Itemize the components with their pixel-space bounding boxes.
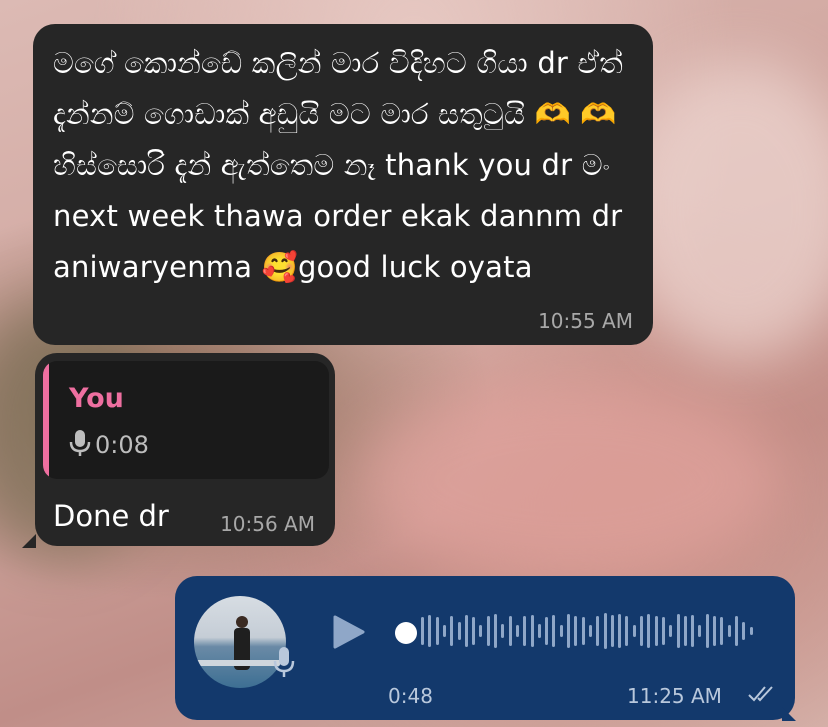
waveform-bar xyxy=(515,625,519,637)
voice-waveform[interactable] xyxy=(421,606,761,656)
reply-quote-sender: You xyxy=(69,383,124,414)
playback-scrubber[interactable] xyxy=(395,622,417,644)
waveform-bar xyxy=(647,614,651,648)
waveform-bar xyxy=(530,615,534,647)
message-timestamp: 10:55 AM xyxy=(538,309,633,333)
waveform-bar xyxy=(450,616,454,646)
waveform-bar xyxy=(713,616,716,646)
microphone-icon xyxy=(273,646,295,682)
waveform-bar xyxy=(661,617,665,645)
message-timestamp: 11:25 AM xyxy=(627,684,722,708)
wallpaper-shape xyxy=(360,380,780,580)
voice-duration: 0:48 xyxy=(388,684,433,708)
waveform-bar xyxy=(559,625,563,637)
play-icon[interactable] xyxy=(332,614,366,654)
reply-quote-duration: 0:08 xyxy=(95,431,149,459)
bubble-tail xyxy=(782,707,796,721)
waveform-bar xyxy=(567,614,570,648)
waveform-bar xyxy=(588,625,592,637)
reply-quote-voice: 0:08 xyxy=(69,429,149,461)
reply-quote[interactable]: You 0:08 xyxy=(43,361,329,479)
waveform-bar xyxy=(632,625,636,637)
incoming-message-bubble[interactable]: මගේ කොන්ඩේ කලින් මාර විදිහට ගියා dr ඒත් … xyxy=(33,24,653,345)
waveform-bar xyxy=(581,617,585,645)
waveform-bar xyxy=(603,613,607,649)
waveform-bar xyxy=(464,615,468,647)
waveform-bar xyxy=(698,625,702,637)
waveform-bar xyxy=(552,615,556,647)
waveform-bar xyxy=(640,616,643,646)
waveform-bar xyxy=(705,614,709,648)
microphone-icon xyxy=(69,429,91,461)
waveform-bar xyxy=(610,615,614,647)
waveform-bar xyxy=(625,616,629,646)
waveform-bar xyxy=(494,614,497,648)
outgoing-voice-bubble[interactable]: 0:48 11:25 AM xyxy=(175,576,795,720)
avatar-figure xyxy=(236,616,248,628)
waveform-bar xyxy=(428,615,432,647)
message-text: Done dr xyxy=(53,499,169,533)
waveform-bar xyxy=(683,616,687,646)
message-text: මගේ කොන්ඩේ කලින් මාර විදිහට ගියා dr ඒත් … xyxy=(53,46,624,284)
waveform-bar xyxy=(691,615,695,647)
waveform-bar xyxy=(523,616,527,646)
waveform-bar xyxy=(727,625,731,637)
waveform-bar xyxy=(676,614,680,648)
waveform-bar xyxy=(654,616,658,646)
message-timestamp: 10:56 AM xyxy=(220,512,315,536)
bubble-tail xyxy=(22,534,36,548)
waveform-bar xyxy=(472,617,476,645)
waveform-bar xyxy=(435,617,439,645)
waveform-bar xyxy=(749,627,753,635)
waveform-bar xyxy=(734,616,738,646)
waveform-bar xyxy=(596,616,600,646)
waveform-bar xyxy=(669,625,673,637)
waveform-bar xyxy=(574,616,578,646)
waveform-bar xyxy=(501,624,505,638)
waveform-bar xyxy=(537,624,541,638)
incoming-reply-bubble[interactable]: You 0:08 Done dr 10:56 AM xyxy=(35,353,335,546)
waveform-bar xyxy=(618,614,622,648)
double-check-icon xyxy=(747,684,775,708)
waveform-bar xyxy=(508,616,512,646)
waveform-bar xyxy=(742,622,746,640)
waveform-bar xyxy=(421,617,424,645)
waveform-bar xyxy=(720,617,724,645)
waveform-bar xyxy=(545,617,549,645)
waveform-bar xyxy=(479,625,483,637)
waveform-bar xyxy=(486,616,490,646)
waveform-bar xyxy=(442,625,446,637)
waveform-bar xyxy=(457,622,461,640)
reply-quote-accent xyxy=(43,361,49,479)
